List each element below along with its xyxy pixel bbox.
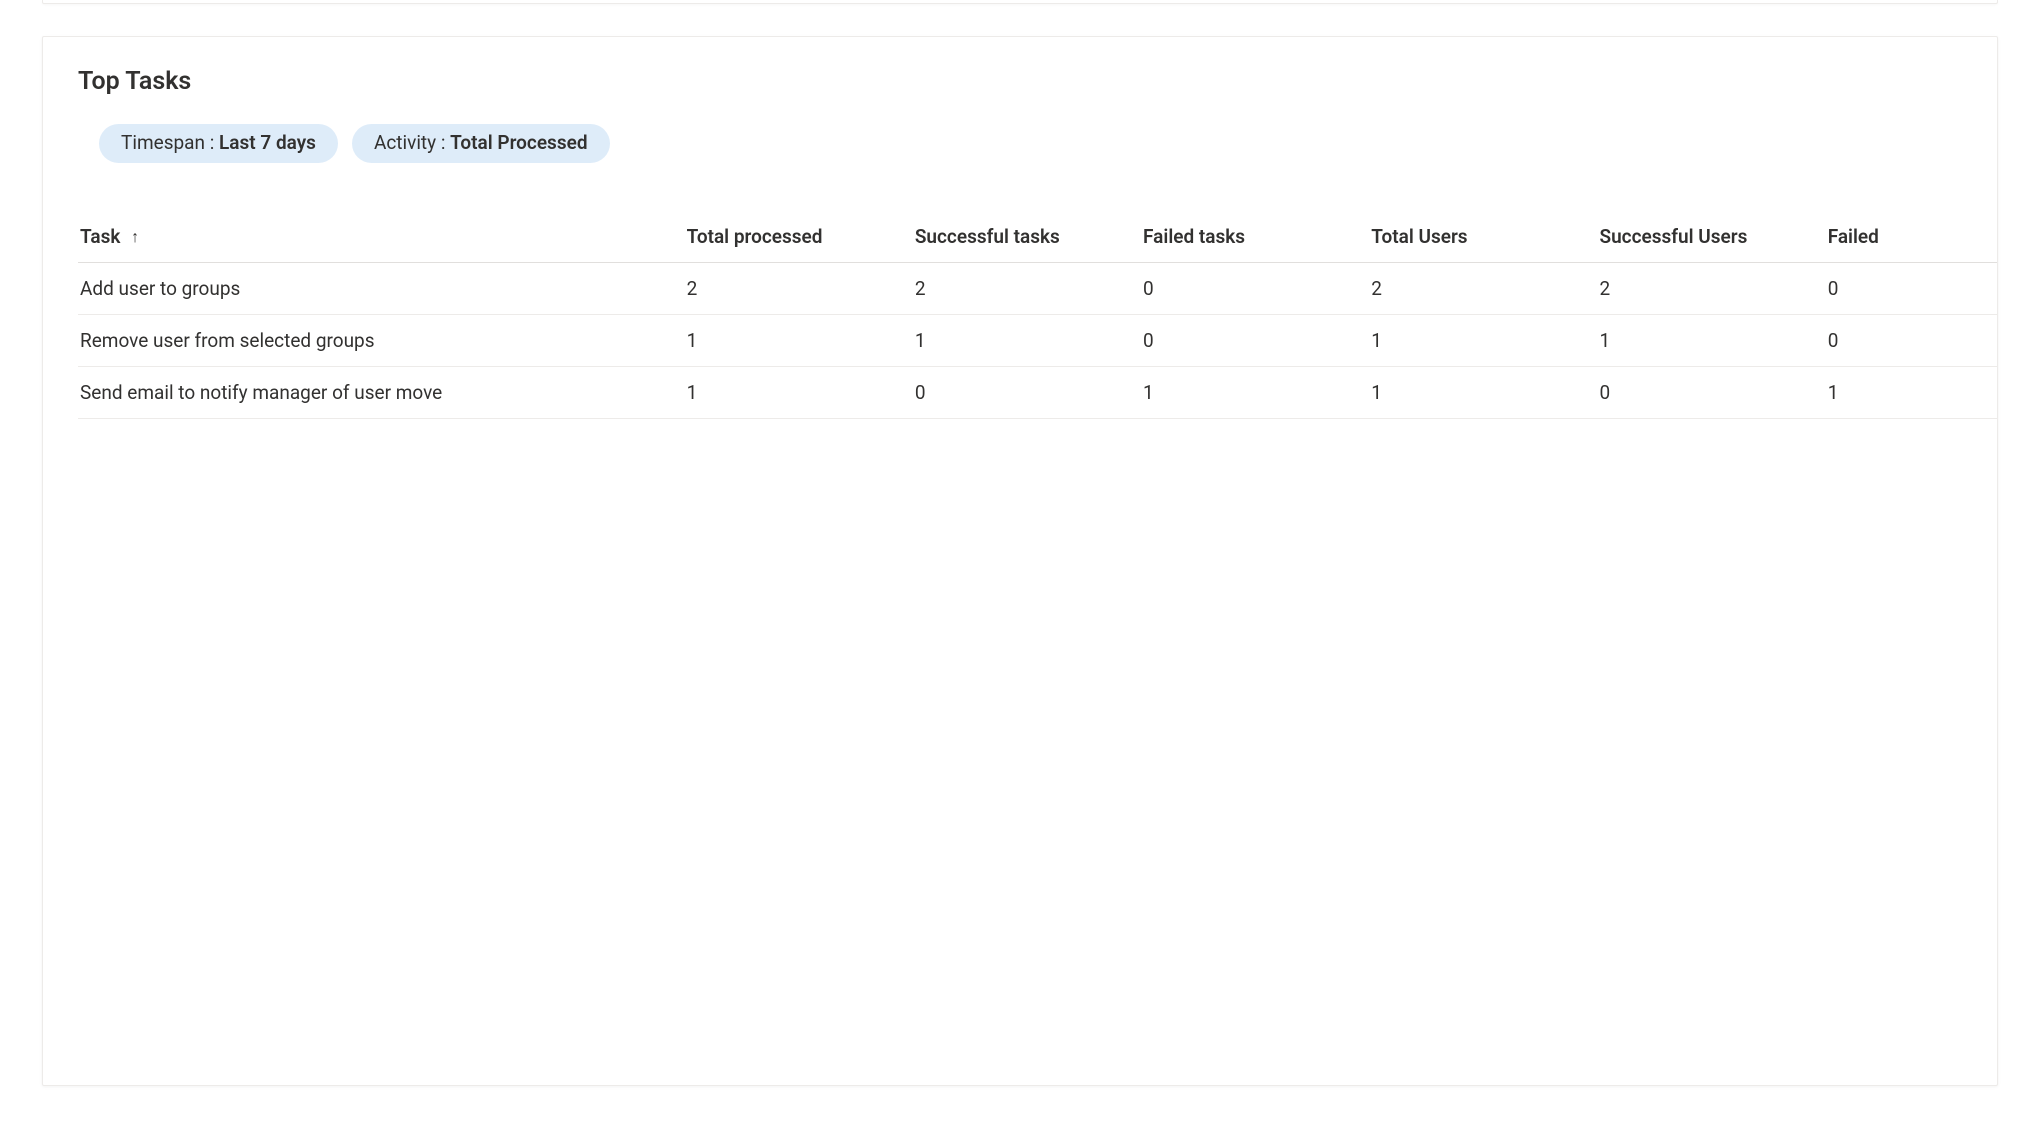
column-header-task[interactable]: Task ↑ — [78, 211, 687, 263]
cell-successful-users: 1 — [1599, 314, 1827, 366]
cell-total-users: 2 — [1371, 262, 1599, 314]
sort-ascending-icon: ↑ — [131, 229, 139, 245]
cell-failed-tasks: 0 — [1143, 314, 1371, 366]
cell-task: Send email to notify manager of user mov… — [78, 366, 687, 418]
top-tasks-card: Top Tasks Timespan : Last 7 days Activit… — [42, 36, 1998, 1086]
top-tasks-table: Task ↑ Total processed Successful tasks … — [78, 211, 1997, 419]
table-wrapper: Task ↑ Total processed Successful tasks … — [43, 211, 1997, 419]
cell-total-processed: 1 — [687, 366, 915, 418]
activity-filter-pill[interactable]: Activity : Total Processed — [352, 124, 610, 163]
column-header-total-processed[interactable]: Total processed — [687, 211, 915, 263]
cell-successful-users: 0 — [1599, 366, 1827, 418]
timespan-filter-value: Last 7 days — [219, 131, 316, 154]
cell-failed-tasks: 0 — [1143, 262, 1371, 314]
cell-total-processed: 2 — [687, 262, 915, 314]
timespan-filter-pill[interactable]: Timespan : Last 7 days — [99, 124, 338, 163]
column-header-failed[interactable]: Failed — [1828, 211, 1997, 263]
cell-successful-tasks: 0 — [915, 366, 1143, 418]
activity-filter-label: Activity : — [374, 131, 450, 154]
column-header-failed-tasks[interactable]: Failed tasks — [1143, 211, 1371, 263]
activity-filter-value: Total Processed — [450, 131, 587, 154]
cell-failed: 0 — [1828, 262, 1997, 314]
table-header-row: Task ↑ Total processed Successful tasks … — [78, 211, 1997, 263]
cell-total-users: 1 — [1371, 314, 1599, 366]
table-row[interactable]: Send email to notify manager of user mov… — [78, 366, 1997, 418]
table-row[interactable]: Add user to groups 2 2 0 2 2 0 — [78, 262, 1997, 314]
cell-failed: 0 — [1828, 314, 1997, 366]
filter-pills: Timespan : Last 7 days Activity : Total … — [43, 124, 1997, 163]
table-row[interactable]: Remove user from selected groups 1 1 0 1… — [78, 314, 1997, 366]
column-header-total-users[interactable]: Total Users — [1371, 211, 1599, 263]
timespan-filter-label: Timespan : — [121, 131, 219, 154]
cell-task: Add user to groups — [78, 262, 687, 314]
cell-successful-tasks: 2 — [915, 262, 1143, 314]
card-title: Top Tasks — [43, 67, 1997, 124]
column-header-successful-users[interactable]: Successful Users — [1599, 211, 1827, 263]
column-header-task-label: Task — [80, 225, 120, 248]
cell-total-users: 1 — [1371, 366, 1599, 418]
cell-successful-tasks: 1 — [915, 314, 1143, 366]
cell-failed: 1 — [1828, 366, 1997, 418]
cell-total-processed: 1 — [687, 314, 915, 366]
cell-task: Remove user from selected groups — [78, 314, 687, 366]
cell-failed-tasks: 1 — [1143, 366, 1371, 418]
previous-card-edge — [42, 0, 1998, 4]
column-header-successful-tasks[interactable]: Successful tasks — [915, 211, 1143, 263]
cell-successful-users: 2 — [1599, 262, 1827, 314]
